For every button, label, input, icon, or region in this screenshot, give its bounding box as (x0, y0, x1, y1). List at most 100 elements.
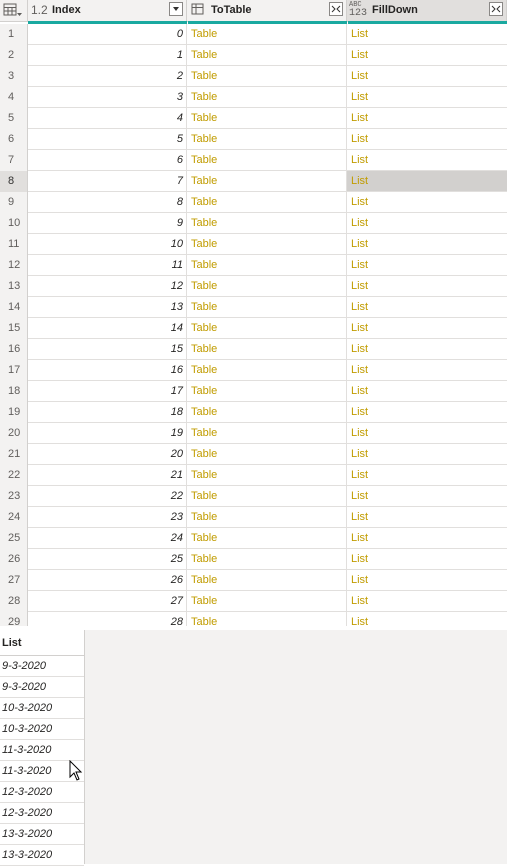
index-cell[interactable]: 11 (28, 255, 187, 275)
table-row[interactable]: 1 0 Table List (0, 24, 507, 45)
index-cell[interactable]: 28 (28, 612, 187, 626)
table-link-cell[interactable]: Table (187, 192, 347, 212)
list-link-cell[interactable]: List (347, 570, 507, 590)
table-link-cell[interactable]: Table (187, 465, 347, 485)
table-link-cell[interactable]: Table (187, 255, 347, 275)
table-link-cell[interactable]: Table (187, 612, 347, 626)
index-cell[interactable]: 10 (28, 234, 187, 254)
list-link-cell[interactable]: List (347, 150, 507, 170)
index-cell[interactable]: 1 (28, 45, 187, 65)
row-number[interactable]: 9 (0, 192, 28, 213)
table-link-cell[interactable]: Table (187, 402, 347, 422)
expand-column-button[interactable] (489, 2, 503, 16)
row-number[interactable]: 29 (0, 612, 28, 626)
index-cell[interactable]: 15 (28, 339, 187, 359)
list-link-cell[interactable]: List (347, 318, 507, 338)
table-row[interactable]: 19 18 Table List (0, 402, 507, 423)
filter-dropdown-button[interactable] (169, 2, 183, 16)
table-row[interactable]: 6 5 Table List (0, 129, 507, 150)
row-number[interactable]: 21 (0, 444, 28, 465)
table-row[interactable]: 15 14 Table List (0, 318, 507, 339)
table-link-cell[interactable]: Table (187, 171, 347, 191)
table-link-cell[interactable]: Table (187, 297, 347, 317)
row-number[interactable]: 26 (0, 549, 28, 570)
list-link-cell[interactable]: List (347, 465, 507, 485)
column-header-index[interactable]: 1.2 Index (28, 0, 187, 21)
row-number[interactable]: 18 (0, 381, 28, 402)
index-cell[interactable]: 23 (28, 507, 187, 527)
index-cell[interactable]: 16 (28, 360, 187, 380)
table-row[interactable]: 10 9 Table List (0, 213, 507, 234)
table-link-cell[interactable]: Table (187, 570, 347, 590)
table-link-cell[interactable]: Table (187, 528, 347, 548)
row-number[interactable]: 5 (0, 108, 28, 129)
table-row[interactable]: 25 24 Table List (0, 528, 507, 549)
table-link-cell[interactable]: Table (187, 549, 347, 569)
row-number[interactable]: 8 (0, 171, 28, 192)
list-link-cell[interactable]: List (347, 528, 507, 548)
row-number[interactable]: 2 (0, 45, 28, 66)
table-row[interactable]: 7 6 Table List (0, 150, 507, 171)
table-link-cell[interactable]: Table (187, 276, 347, 296)
table-row[interactable]: 14 13 Table List (0, 297, 507, 318)
table-row[interactable]: 17 16 Table List (0, 360, 507, 381)
list-link-cell[interactable]: List (347, 423, 507, 443)
table-menu-button[interactable] (0, 0, 28, 21)
table-link-cell[interactable]: Table (187, 129, 347, 149)
table-row[interactable]: 5 4 Table List (0, 108, 507, 129)
table-link-cell[interactable]: Table (187, 339, 347, 359)
table-link-cell[interactable]: Table (187, 486, 347, 506)
table-link-cell[interactable]: Table (187, 318, 347, 338)
list-link-cell[interactable]: List (347, 192, 507, 212)
table-row[interactable]: 28 27 Table List (0, 591, 507, 612)
decimal-type-icon[interactable]: 1.2 (31, 3, 48, 17)
list-link-cell[interactable]: List (347, 66, 507, 86)
table-link-cell[interactable]: Table (187, 444, 347, 464)
table-link-cell[interactable]: Table (187, 108, 347, 128)
table-row[interactable]: 13 12 Table List (0, 276, 507, 297)
index-cell[interactable]: 0 (28, 24, 187, 44)
list-link-cell[interactable]: List (347, 339, 507, 359)
list-link-cell[interactable]: List (347, 612, 507, 626)
index-cell[interactable]: 24 (28, 528, 187, 548)
table-row[interactable]: 29 28 Table List (0, 612, 507, 626)
table-link-cell[interactable]: Table (187, 213, 347, 233)
row-number[interactable]: 16 (0, 339, 28, 360)
table-link-cell[interactable]: Table (187, 24, 347, 44)
list-link-cell[interactable]: List (347, 381, 507, 401)
index-cell[interactable]: 8 (28, 192, 187, 212)
index-cell[interactable]: 9 (28, 213, 187, 233)
table-link-cell[interactable]: Table (187, 591, 347, 611)
row-number[interactable]: 19 (0, 402, 28, 423)
row-number[interactable]: 10 (0, 213, 28, 234)
table-link-cell[interactable]: Table (187, 423, 347, 443)
list-link-cell[interactable]: List (347, 486, 507, 506)
table-row[interactable]: 9 8 Table List (0, 192, 507, 213)
row-number[interactable]: 25 (0, 528, 28, 549)
row-number[interactable]: 13 (0, 276, 28, 297)
table-row[interactable]: 4 3 Table List (0, 87, 507, 108)
index-cell[interactable]: 13 (28, 297, 187, 317)
table-row[interactable]: 20 19 Table List (0, 423, 507, 444)
row-number[interactable]: 23 (0, 486, 28, 507)
index-cell[interactable]: 4 (28, 108, 187, 128)
column-header-totable[interactable]: ToTable (187, 0, 347, 21)
any-type-icon[interactable]: ABC 123 (349, 1, 367, 19)
table-link-cell[interactable]: Table (187, 381, 347, 401)
row-number[interactable]: 7 (0, 150, 28, 171)
index-cell[interactable]: 22 (28, 486, 187, 506)
table-link-cell[interactable]: Table (187, 360, 347, 380)
list-link-cell[interactable]: List (347, 444, 507, 464)
table-row[interactable]: 16 15 Table List (0, 339, 507, 360)
list-link-cell[interactable]: List (347, 24, 507, 44)
list-link-cell[interactable]: List (347, 255, 507, 275)
row-number[interactable]: 17 (0, 360, 28, 381)
table-row[interactable]: 22 21 Table List (0, 465, 507, 486)
index-cell[interactable]: 2 (28, 66, 187, 86)
index-cell[interactable]: 5 (28, 129, 187, 149)
list-link-cell[interactable]: List (347, 129, 507, 149)
row-number[interactable]: 22 (0, 465, 28, 486)
list-link-cell[interactable]: List (347, 297, 507, 317)
list-link-cell[interactable]: List (347, 213, 507, 233)
row-number[interactable]: 27 (0, 570, 28, 591)
